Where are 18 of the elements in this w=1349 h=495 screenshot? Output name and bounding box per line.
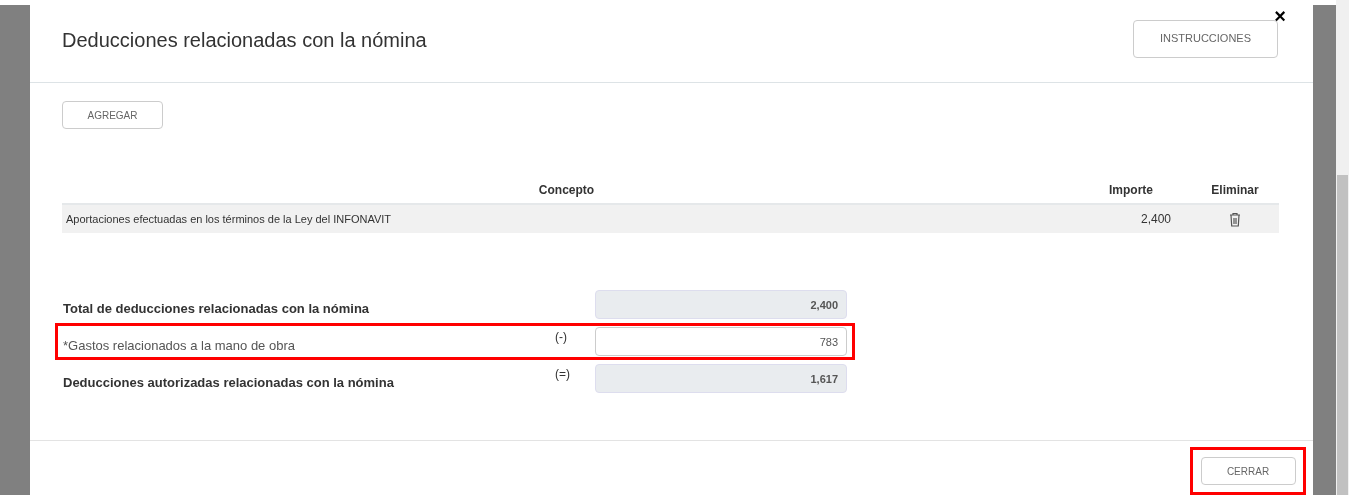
input-field[interactable]: 783 <box>595 327 847 356</box>
field-label: Total de deducciones relacionadas con la nómina <box>63 299 371 318</box>
readonly-field[interactable]: 2,400 <box>595 290 847 319</box>
table-cell-text: Aportaciones efectuadas en los términos de la Ley del INFONAVIT <box>65 211 393 227</box>
trash-icon[interactable] <box>1229 211 1241 227</box>
operator-sign: (-) <box>555 330 567 344</box>
field-label: *Gastos relacionados a la mano de obra <box>63 336 296 355</box>
column-header: Concepto <box>537 182 596 199</box>
scrollbar-thumb[interactable] <box>1337 175 1348 495</box>
add-button[interactable]: AGREGAR <box>62 101 163 129</box>
column-header: Importe <box>1108 182 1154 199</box>
column-header: Eliminar <box>1210 182 1260 199</box>
close-button[interactable]: CERRAR <box>1200 457 1296 485</box>
readonly-field[interactable]: 1,617 <box>595 364 847 393</box>
field-label: Deducciones autorizadas relacionadas con la nómina <box>63 373 395 392</box>
operator-sign: (=) <box>555 367 570 381</box>
dialog-title: Deducciones relacionadas con la nómina <box>62 27 428 53</box>
table-cell-text: 2,400 <box>1139 211 1171 228</box>
